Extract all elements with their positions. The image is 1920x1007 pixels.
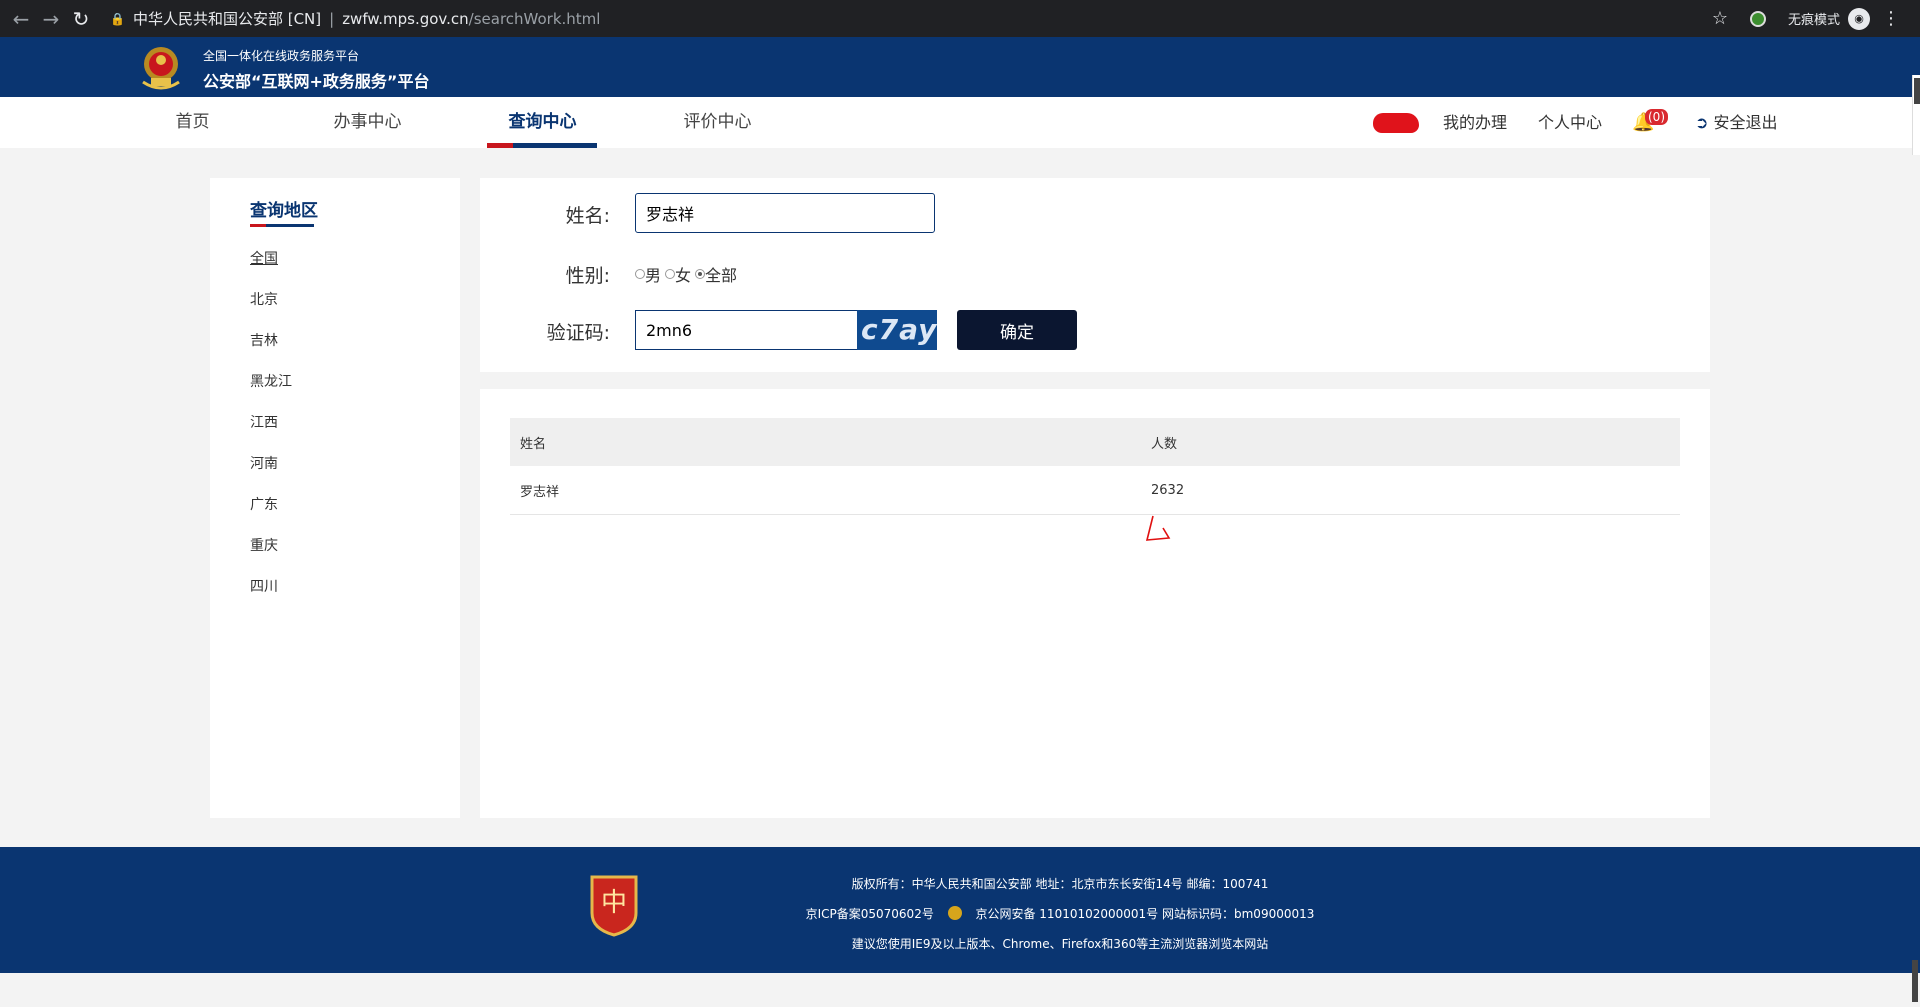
site-header: 全国一体化在线政务服务平台 公安部“互联网+政务服务”平台 (0, 37, 1920, 97)
confirm-button[interactable]: 确定 (957, 310, 1077, 350)
notifications[interactable]: 🔔 (0) (1632, 109, 1668, 133)
url-path: /searchWork.html (468, 9, 601, 28)
search-form: 姓名: 性别: 男 女 全部 验证码: c7ay 确定 (480, 178, 1710, 372)
captcha-label: 验证码: (546, 322, 610, 344)
bookmark-star-icon[interactable]: ☆ (1712, 8, 1728, 29)
nav-review-center[interactable]: 评价中心 (670, 97, 765, 148)
reload-icon[interactable]: ↻ (66, 7, 96, 31)
scrollbar-thumb[interactable] (1914, 78, 1920, 104)
icp-record[interactable]: 京ICP备案05070602号 (806, 907, 934, 921)
gender-male-radio[interactable] (635, 269, 645, 279)
gender-male-label: 男 (645, 266, 662, 285)
extension-icon[interactable] (1749, 10, 1766, 27)
region-item[interactable]: 吉林 (250, 330, 278, 350)
cell-name: 罗志祥 (510, 466, 1141, 515)
site-footer: 中 版权所有：中华人民共和国公安部 地址：北京市东长安街14号 邮编：10074… (0, 847, 1920, 973)
nav-query-center[interactable]: 查询中心 (495, 97, 590, 148)
captcha-input[interactable] (635, 310, 857, 350)
region-item[interactable]: 重庆 (250, 535, 278, 555)
nav-service-center[interactable]: 办事中心 (320, 97, 415, 148)
region-item[interactable]: 全国 (250, 248, 278, 268)
header-name: 姓名 (510, 418, 1141, 466)
results-header-row: 姓名 人数 (510, 418, 1680, 466)
table-row: 罗志祥 2632 (510, 466, 1680, 515)
header-count: 人数 (1141, 418, 1680, 466)
forward-arrow-icon[interactable]: → (36, 7, 66, 31)
menu-dots-icon[interactable]: ⋮ (1882, 8, 1900, 29)
my-handling-link[interactable]: 我的办理 (1443, 97, 1507, 148)
captcha-image[interactable]: c7ay (857, 310, 937, 350)
name-input[interactable] (635, 193, 935, 233)
lock-icon: 🔒 (110, 11, 125, 26)
logout-link[interactable]: ➲ 安全退出 (1695, 97, 1778, 148)
footer-line-1: 版权所有：中华人民共和国公安部 地址：北京市东长安街14号 邮编：100741 (851, 877, 1269, 891)
incognito-icon[interactable]: ◉ (1848, 7, 1870, 30)
page-bottom (0, 973, 1920, 1007)
address-bar[interactable]: 🔒 中华人民共和国公安部 [CN] | zwfw.mps.gov.cn/sear… (110, 5, 600, 33)
address-separator: | (329, 9, 335, 28)
gender-all-label: 全部 (705, 266, 738, 285)
footer-line-3: 建议您使用IE9及以上版本、Chrome、Firefox和360等主流浏览器浏览… (851, 937, 1269, 951)
police-record-icon (947, 906, 962, 920)
incognito-label: 无痕模式 (1787, 13, 1840, 28)
logout-icon: ➲ (1695, 113, 1709, 132)
name-label: 姓名: (565, 205, 610, 227)
nav-active-indicator (487, 143, 597, 148)
region-item[interactable]: 黑龙江 (250, 371, 292, 391)
police-emblem-icon (142, 47, 180, 90)
results-table: 姓名 人数 罗志祥 2632 (510, 418, 1680, 515)
footer-line-2: 京ICP备案05070602号 京公网安备 11010102000001号 网站… (0, 905, 1920, 922)
region-item[interactable]: 北京 (250, 289, 278, 309)
redacted-username (1373, 113, 1419, 133)
sidebar-title: 查询地区 (250, 201, 318, 221)
police-record[interactable]: 京公网安备 11010102000001号 网站标识码：bm09000013 (975, 907, 1314, 921)
logout-label: 安全退出 (1713, 113, 1778, 132)
personal-center-link[interactable]: 个人中心 (1538, 97, 1602, 148)
gender-all-radio[interactable] (695, 269, 706, 279)
gender-radio-group: 男 女 全部 (635, 262, 737, 286)
cell-count: 2632 (1141, 466, 1680, 515)
region-item[interactable]: 河南 (250, 453, 278, 473)
notification-count: (0) (1645, 109, 1668, 125)
region-item[interactable]: 广东 (250, 494, 278, 514)
url-domain: zwfw.mps.gov.cn (342, 9, 469, 28)
region-item[interactable]: 四川 (250, 576, 278, 596)
bottom-scrollbar-thumb[interactable] (1912, 960, 1918, 1002)
region-item[interactable]: 江西 (250, 412, 278, 432)
site-identity: 中华人民共和国公安部 [CN] (132, 10, 322, 28)
red-annotation-mark (1145, 515, 1171, 541)
browser-toolbar: ← → ↻ 🔒 中华人民共和国公安部 [CN] | zwfw.mps.gov.c… (0, 0, 1920, 37)
back-arrow-icon[interactable]: ← (6, 7, 36, 31)
sidebar-title-underline (250, 224, 314, 227)
gender-female-label: 女 (675, 266, 692, 285)
captcha-image-text: c7ay (861, 313, 937, 346)
site-title: 公安部“互联网+政务服务”平台 (203, 72, 430, 91)
nav-home[interactable]: 首页 (155, 97, 230, 148)
gender-label: 性别: (565, 265, 610, 287)
gender-female-radio[interactable] (665, 269, 676, 279)
site-subtitle: 全国一体化在线政务服务平台 (203, 49, 360, 63)
region-sidebar: 查询地区 全国 北京 吉林 黑龙江 江西 河南 广东 重庆 四川 (210, 178, 460, 818)
results-panel: 姓名 人数 罗志祥 2632 (480, 389, 1710, 818)
main-nav: 首页 办事中心 查询中心 评价中心 我的办理 个人中心 🔔 (0) ➲ 安全退出 (0, 97, 1920, 148)
browser-actions: ☆ 无痕模式 ◉ ⋮ (1712, 0, 1900, 37)
